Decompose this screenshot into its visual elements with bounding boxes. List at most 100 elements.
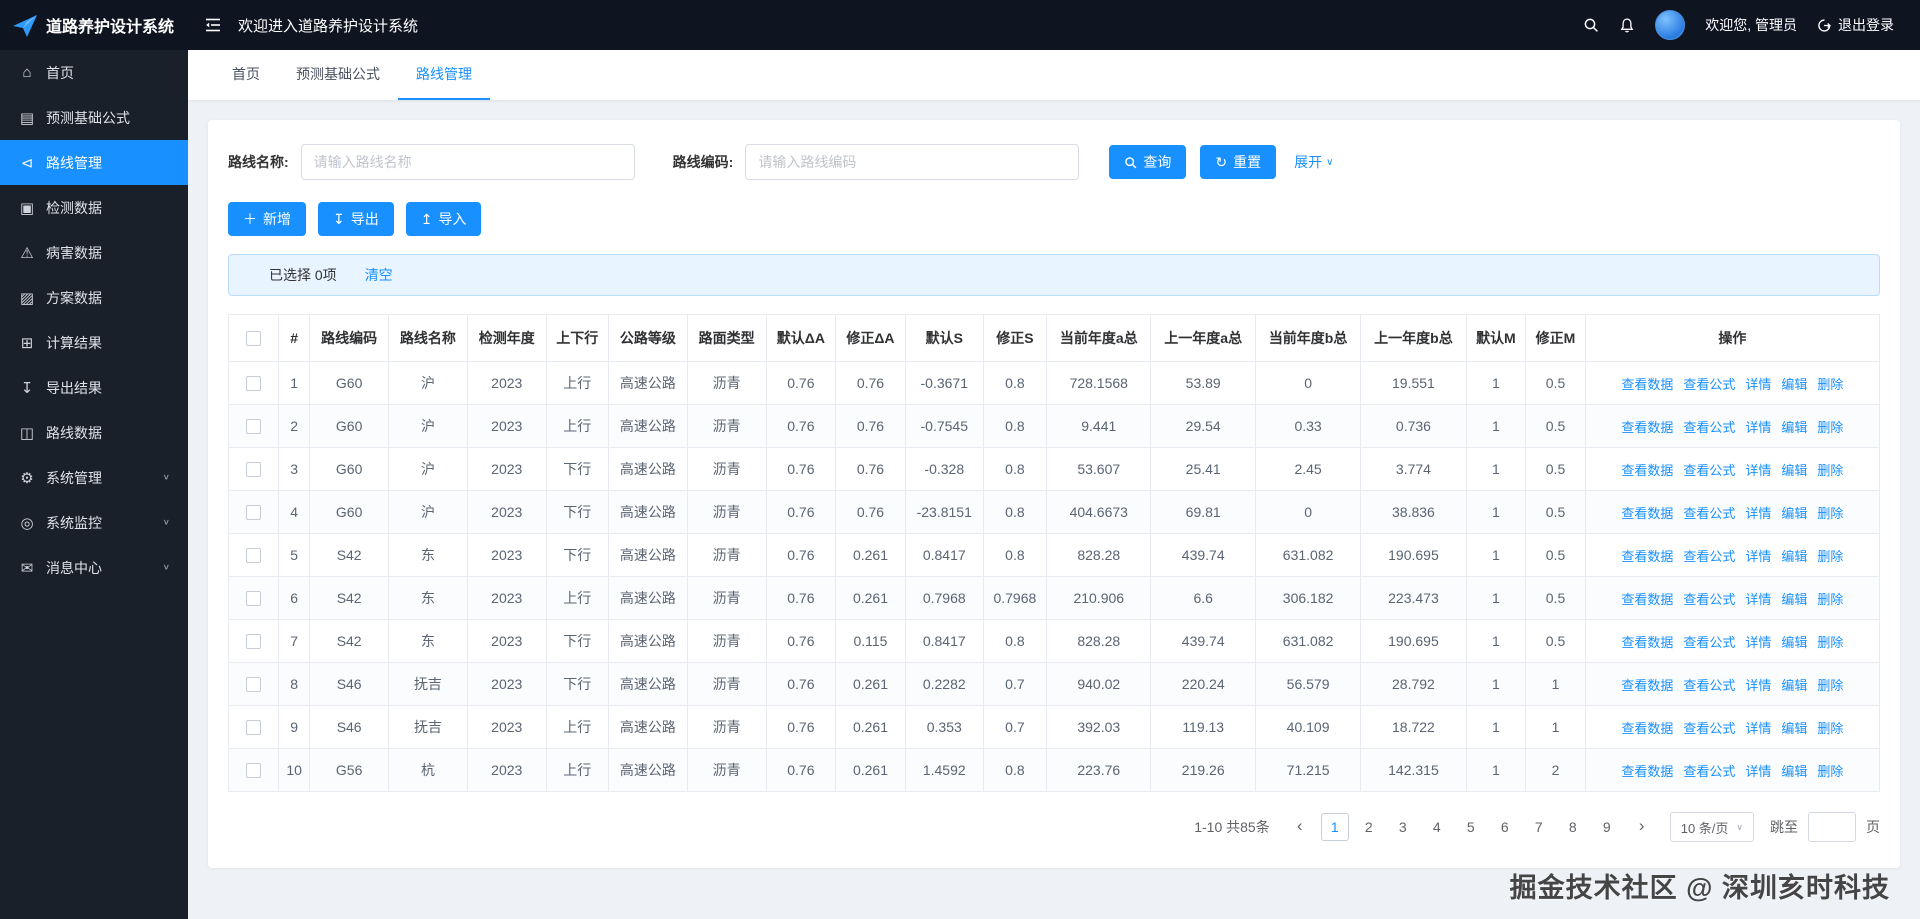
row-checkbox[interactable] <box>246 677 261 693</box>
detail-link[interactable]: 详情 <box>1745 506 1771 521</box>
view-data-link[interactable]: 查看数据 <box>1621 764 1673 779</box>
row-checkbox[interactable] <box>246 419 261 435</box>
reset-button[interactable]: ↻ 重置 <box>1200 145 1277 179</box>
sidebar-item-formula[interactable]: ▤ 预测基础公式 <box>0 95 188 140</box>
avatar[interactable] <box>1655 10 1686 40</box>
view-data-link[interactable]: 查看数据 <box>1621 678 1673 693</box>
page-size-select[interactable]: 10 条/页 ∨ <box>1669 812 1754 842</box>
detail-link[interactable]: 详情 <box>1745 420 1771 435</box>
sidebar-item-calc-result[interactable]: ⊞ 计算结果 <box>0 320 188 365</box>
view-formula-link[interactable]: 查看公式 <box>1683 377 1735 392</box>
tab-formula[interactable]: 预测基础公式 <box>278 50 398 100</box>
view-formula-link[interactable]: 查看公式 <box>1683 678 1735 693</box>
delete-link[interactable]: 删除 <box>1817 764 1843 779</box>
detail-link[interactable]: 详情 <box>1745 721 1771 736</box>
view-data-link[interactable]: 查看数据 <box>1621 721 1673 736</box>
search-button[interactable]: 查询 <box>1109 145 1187 179</box>
row-checkbox[interactable] <box>246 763 261 779</box>
edit-link[interactable]: 编辑 <box>1781 592 1807 607</box>
page-number-8[interactable]: 8 <box>1559 813 1587 841</box>
sidebar-item-message-center[interactable]: ✉ 消息中心 ∨ <box>0 545 188 590</box>
detail-link[interactable]: 详情 <box>1745 463 1771 478</box>
sidebar-item-detection[interactable]: ▣ 检测数据 <box>0 185 188 230</box>
export-button[interactable]: ↧ 导出 <box>318 202 394 236</box>
row-checkbox[interactable] <box>246 376 261 392</box>
edit-link[interactable]: 编辑 <box>1781 764 1807 779</box>
route-name-input[interactable] <box>300 144 635 180</box>
view-data-link[interactable]: 查看数据 <box>1621 549 1673 564</box>
view-formula-link[interactable]: 查看公式 <box>1683 463 1735 478</box>
sidebar-item-disease[interactable]: ⚠ 病害数据 <box>0 230 188 275</box>
row-checkbox[interactable] <box>246 462 261 478</box>
sidebar-item-route-data[interactable]: ◫ 路线数据 <box>0 410 188 455</box>
tab-route-mgmt[interactable]: 路线管理 <box>398 50 490 100</box>
row-checkbox[interactable] <box>246 548 261 564</box>
view-formula-link[interactable]: 查看公式 <box>1683 721 1735 736</box>
edit-link[interactable]: 编辑 <box>1781 420 1807 435</box>
detail-link[interactable]: 详情 <box>1745 764 1771 779</box>
view-data-link[interactable]: 查看数据 <box>1621 592 1673 607</box>
detail-link[interactable]: 详情 <box>1745 678 1771 693</box>
delete-link[interactable]: 删除 <box>1817 721 1843 736</box>
page-number-7[interactable]: 7 <box>1525 813 1553 841</box>
edit-link[interactable]: 编辑 <box>1781 678 1807 693</box>
sidebar-item-home[interactable]: ⌂ 首页 <box>0 50 188 95</box>
delete-link[interactable]: 删除 <box>1817 549 1843 564</box>
expand-link[interactable]: 展开 ∨ <box>1294 152 1333 172</box>
view-data-link[interactable]: 查看数据 <box>1621 635 1673 650</box>
page-number-6[interactable]: 6 <box>1491 813 1519 841</box>
delete-link[interactable]: 删除 <box>1817 506 1843 521</box>
bell-icon[interactable] <box>1619 17 1635 34</box>
view-formula-link[interactable]: 查看公式 <box>1683 420 1735 435</box>
edit-link[interactable]: 编辑 <box>1781 463 1807 478</box>
tab-home[interactable]: 首页 <box>214 50 278 100</box>
jump-page-input[interactable] <box>1808 812 1856 842</box>
page-number-4[interactable]: 4 <box>1423 813 1451 841</box>
delete-link[interactable]: 删除 <box>1817 463 1843 478</box>
select-all-checkbox[interactable] <box>246 331 261 347</box>
view-data-link[interactable]: 查看数据 <box>1621 420 1673 435</box>
detail-link[interactable]: 详情 <box>1745 592 1771 607</box>
detail-link[interactable]: 详情 <box>1745 377 1771 392</box>
delete-link[interactable]: 删除 <box>1817 377 1843 392</box>
view-formula-link[interactable]: 查看公式 <box>1683 635 1735 650</box>
edit-link[interactable]: 编辑 <box>1781 635 1807 650</box>
sidebar-item-plan[interactable]: ▨ 方案数据 <box>0 275 188 320</box>
prev-page-button[interactable]: ‹ <box>1286 813 1314 841</box>
add-button[interactable]: ＋ 新增 <box>228 202 306 236</box>
sidebar-item-sys-mgmt[interactable]: ⚙ 系统管理 ∨ <box>0 455 188 500</box>
row-checkbox[interactable] <box>246 505 261 521</box>
view-data-link[interactable]: 查看数据 <box>1621 377 1673 392</box>
view-formula-link[interactable]: 查看公式 <box>1683 506 1735 521</box>
delete-link[interactable]: 删除 <box>1817 592 1843 607</box>
page-number-5[interactable]: 5 <box>1457 813 1485 841</box>
page-number-1[interactable]: 1 <box>1320 813 1349 841</box>
page-number-9[interactable]: 9 <box>1593 813 1621 841</box>
edit-link[interactable]: 编辑 <box>1781 506 1807 521</box>
next-page-button[interactable]: › <box>1628 813 1656 841</box>
view-formula-link[interactable]: 查看公式 <box>1683 549 1735 564</box>
row-checkbox[interactable] <box>246 634 261 650</box>
edit-link[interactable]: 编辑 <box>1781 549 1807 564</box>
edit-link[interactable]: 编辑 <box>1781 721 1807 736</box>
route-code-input[interactable] <box>745 144 1080 180</box>
page-number-3[interactable]: 3 <box>1389 813 1417 841</box>
detail-link[interactable]: 详情 <box>1745 635 1771 650</box>
sidebar-item-sys-monitor[interactable]: ◎ 系统监控 ∨ <box>0 500 188 545</box>
row-checkbox[interactable] <box>246 591 261 607</box>
logout-button[interactable]: 退出登录 <box>1817 15 1894 35</box>
search-icon[interactable] <box>1583 17 1599 33</box>
import-button[interactable]: ↥ 导入 <box>405 202 482 236</box>
clear-selection-link[interactable]: 清空 <box>365 265 393 285</box>
delete-link[interactable]: 删除 <box>1817 420 1843 435</box>
sidebar-item-route-mgmt[interactable]: ⊲ 路线管理 <box>0 140 188 185</box>
row-checkbox[interactable] <box>246 720 261 736</box>
page-number-2[interactable]: 2 <box>1355 813 1383 841</box>
delete-link[interactable]: 删除 <box>1817 678 1843 693</box>
view-data-link[interactable]: 查看数据 <box>1621 463 1673 478</box>
edit-link[interactable]: 编辑 <box>1781 377 1807 392</box>
view-formula-link[interactable]: 查看公式 <box>1683 764 1735 779</box>
menu-collapse-icon[interactable] <box>204 17 222 33</box>
delete-link[interactable]: 删除 <box>1817 635 1843 650</box>
view-data-link[interactable]: 查看数据 <box>1621 506 1673 521</box>
